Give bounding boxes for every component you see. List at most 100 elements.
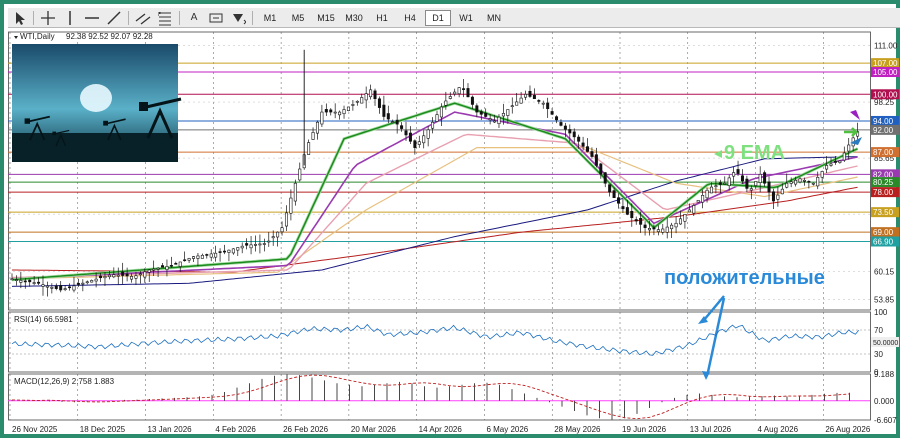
- svg-text:F: F: [158, 12, 161, 18]
- candle-body: [608, 184, 612, 193]
- candle-body: [125, 273, 129, 277]
- fibonacci-tool-button[interactable]: F: [154, 9, 176, 27]
- candle-body: [138, 273, 142, 276]
- x-tick-label: 26 Nov 2025: [12, 425, 58, 434]
- candle-body: [236, 247, 240, 251]
- level-label: 69.00: [873, 228, 894, 237]
- toolbar-separator: [128, 10, 129, 25]
- candle-body: [342, 109, 346, 115]
- candle-body: [586, 146, 590, 152]
- timeframe-d1[interactable]: D1: [425, 9, 451, 26]
- trendline-tool-button[interactable]: [103, 9, 125, 27]
- candle-body: [453, 91, 457, 95]
- candle-body: [794, 179, 798, 185]
- candle-body: [147, 269, 151, 273]
- horizontal-line-icon: [85, 16, 99, 19]
- candle-body: [382, 104, 386, 117]
- ohlc-readout: 92.38 92.52 92.07 92.28: [66, 32, 153, 41]
- candle-body: [377, 98, 381, 108]
- macd-label: MACD(12,26,9) 2.758 1.883: [14, 377, 115, 386]
- candle-body: [196, 255, 200, 259]
- candle-body: [404, 130, 408, 136]
- candle-body: [519, 97, 523, 104]
- candle-body: [156, 267, 160, 270]
- candle-body: [568, 129, 572, 134]
- timeframe-h1[interactable]: H1: [369, 10, 395, 26]
- candle-body: [785, 182, 789, 188]
- candle-body: [103, 276, 107, 279]
- timeframe-w1[interactable]: W1: [453, 10, 479, 26]
- x-tick-label: 4 Aug 2026: [758, 425, 799, 434]
- macd-tick-label: -6.607: [874, 416, 897, 425]
- timeframe-m5[interactable]: M5: [285, 10, 311, 26]
- rsi-tick-label: 70: [874, 326, 883, 335]
- x-tick-label: 19 Jun 2026: [622, 425, 667, 434]
- cursor-tool-button[interactable]: [8, 9, 30, 27]
- arrow-tool-tool-button[interactable]: [227, 9, 249, 27]
- timeframe-m30[interactable]: M30: [341, 10, 367, 26]
- candle-body: [825, 165, 829, 170]
- timeframe-m1[interactable]: M1: [257, 10, 283, 26]
- crosshair-tool-button[interactable]: [37, 9, 59, 27]
- candle-body: [510, 105, 514, 108]
- candle-body: [572, 131, 576, 138]
- parallel-lines-icon: [135, 12, 151, 25]
- candle-body: [200, 254, 204, 259]
- price-chart[interactable]: 26 Nov 2025 18 Dec 2025 13 Jan 2026 4 Feb 2…: [8, 28, 900, 438]
- candle-body: [532, 94, 536, 100]
- candle-body: [152, 268, 156, 271]
- candle-body: [705, 189, 709, 199]
- candle-body: [10, 278, 14, 281]
- candle-body: [178, 261, 182, 267]
- level-label: 80.25: [873, 178, 894, 187]
- parallel-lines-tool-button[interactable]: [132, 9, 154, 27]
- horizontal-line-tool-button[interactable]: [81, 9, 103, 27]
- candle-body: [475, 105, 479, 113]
- candle-body: [192, 256, 196, 259]
- candle-body: [541, 102, 545, 105]
- vertical-line-icon: [69, 10, 71, 25]
- candle-body: [758, 174, 762, 183]
- x-tick-label: 13 Jan 2026: [148, 425, 193, 434]
- candle-body: [94, 278, 98, 282]
- candle-body: [245, 243, 249, 246]
- pump-head: [52, 131, 56, 136]
- timeframe-h4[interactable]: H4: [397, 10, 423, 26]
- x-tick-label: 13 Jul 2026: [690, 425, 732, 434]
- label-tool-button[interactable]: [205, 9, 227, 27]
- candle-body: [422, 135, 426, 144]
- candle-body: [501, 113, 505, 117]
- x-tick-label: 26 Aug 2026: [825, 425, 870, 434]
- text-tool-button[interactable]: A: [183, 9, 205, 27]
- candle-body: [528, 90, 532, 97]
- candle-body: [249, 244, 253, 249]
- candle-body: [656, 229, 660, 233]
- timeframe-m15[interactable]: M15: [313, 10, 339, 26]
- candle-body: [417, 141, 421, 145]
- candle-body: [581, 142, 585, 147]
- candle-body: [37, 281, 41, 284]
- chart-window: F A M1 M5 M15 M30 H1 H4 D1 W1 MN 26 Nov 2025 18 Dec…: [0, 0, 900, 438]
- candle-body: [262, 243, 266, 245]
- sun-glow: [80, 84, 112, 112]
- candle-body: [298, 168, 302, 181]
- candle-body: [444, 100, 448, 106]
- ema-annotation: 9 EMA: [724, 142, 785, 164]
- candle-body: [749, 188, 753, 191]
- vertical-line-tool-button[interactable]: [59, 9, 81, 27]
- rsi-value-label: 50.0000: [873, 340, 898, 347]
- level-label: 94.00: [873, 117, 894, 126]
- candle-body: [426, 129, 430, 139]
- pump-head: [24, 118, 30, 124]
- candle-body: [661, 228, 665, 233]
- candle-body: [842, 152, 846, 161]
- candle-body: [612, 190, 616, 198]
- price-tick-label: 98.25: [874, 98, 895, 107]
- candle-body: [789, 181, 793, 184]
- pump-head: [103, 120, 108, 126]
- timeframe-mn[interactable]: MN: [481, 10, 507, 26]
- candle-body: [369, 89, 373, 98]
- candle-body: [85, 281, 89, 284]
- candle-body: [559, 122, 563, 126]
- candle-body: [338, 111, 342, 116]
